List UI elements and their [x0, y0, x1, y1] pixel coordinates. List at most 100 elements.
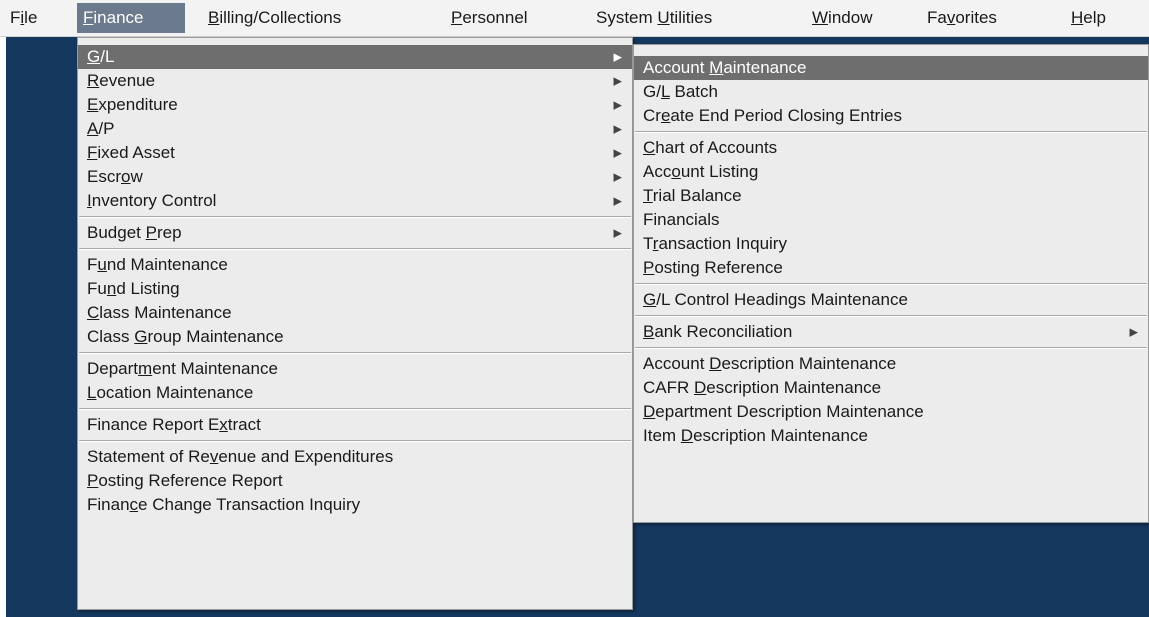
finance-menu-item-fixed-asset[interactable]: Fixed Asset ▶ [78, 141, 632, 165]
menu-item-label: Finance Report Extract [87, 415, 261, 434]
submenu-arrow-icon: ▶ [613, 99, 622, 112]
menu-item-label: Location Maintenance [87, 383, 254, 402]
finance-menu-item-department-maintenance[interactable]: Department Maintenance [78, 357, 632, 381]
finance-menu-item-a-p[interactable]: A/P ▶ [78, 117, 632, 141]
finance-menu-item-revenue[interactable]: Revenue ▶ [78, 69, 632, 93]
gl-menu-item-cafr-description-maintenance[interactable]: CAFR Description Maintenance [634, 376, 1148, 400]
menu-item-label: Chart of Accounts [643, 138, 778, 157]
gl-menu-item-financials[interactable]: Financials [634, 208, 1148, 232]
menu-bar: File Finance Billing/Collections Personnel S… [0, 0, 1149, 37]
menu-item-label: Financials [643, 210, 720, 229]
menu-item-label: Transaction Inquiry [643, 234, 787, 253]
gl-menu-item-department-description-maintenance[interactable]: Department Description Maintenance [634, 400, 1148, 424]
menu-item-label: System Utilities [596, 8, 713, 27]
menu-item-label: CAFR Description Maintenance [643, 378, 882, 397]
gl-menu-item-account-description-maintenance[interactable]: Account Description Maintenance [634, 352, 1148, 376]
menubar-item-window[interactable]: Window [806, 3, 886, 33]
menu-item-label: Bank Reconciliation [643, 322, 793, 341]
menu-item-label: Help [1071, 8, 1106, 27]
menubar-item-help[interactable]: Help [1065, 3, 1125, 33]
menu-item-label: Posting Reference Report [87, 471, 283, 490]
menu-item-label: Account Listing [643, 162, 759, 181]
menubar-item-personnel[interactable]: Personnel [445, 3, 573, 33]
finance-menu-item-finance-change-transaction-inquiry[interactable]: Finance Change Transaction Inquiry [78, 493, 632, 517]
gl-menu-item-chart-of-accounts[interactable]: Chart of Accounts [634, 136, 1148, 160]
submenu-arrow-icon: ▶ [613, 51, 622, 64]
finance-menu-item-finance-report-extract[interactable]: Finance Report Extract [78, 413, 632, 437]
gl-menu-item-create-end-period-closing-entries[interactable]: Create End Period Closing Entries [634, 104, 1148, 128]
submenu-arrow-icon: ▶ [613, 171, 622, 184]
window-title-strip [633, 37, 1149, 44]
finance-menu-item-g-l[interactable]: G/L ▶ [78, 45, 632, 69]
finance-menu-item-posting-reference-report[interactable]: Posting Reference Report [78, 469, 632, 493]
submenu-arrow-icon: ▶ [613, 227, 622, 240]
menu-item-label: Create End Period Closing Entries [643, 106, 902, 125]
menubar-item-file[interactable]: File [4, 3, 40, 33]
menu-item-label: Class Maintenance [87, 303, 232, 322]
gl-submenu: Account Maintenance G/L Batch Create End P… [633, 44, 1149, 523]
menu-item-label: Fund Listing [87, 279, 180, 298]
finance-menu: G/L ▶ Revenue ▶ Expenditure ▶ A/P ▶ Fixed Asset ▶… [77, 37, 633, 610]
menu-item-label: G/L Control Headings Maintenance [643, 290, 908, 309]
gl-menu-item-item-description-maintenance[interactable]: Item Description Maintenance [634, 424, 1148, 448]
gl-menu-item-trial-balance[interactable]: Trial Balance [634, 184, 1148, 208]
finance-menu-item-fund-maintenance[interactable]: Fund Maintenance [78, 253, 632, 277]
finance-menu-item-statement-of-revenue-and-expenditures[interactable]: Statement of Revenue and Expenditures [78, 445, 632, 469]
menu-item-label: Inventory Control [87, 191, 217, 210]
gl-menu-item-account-maintenance[interactable]: Account Maintenance [634, 56, 1148, 80]
menu-item-label: Billing/Collections [208, 8, 342, 27]
menu-item-label: Finance [83, 8, 144, 27]
finance-menu-item-location-maintenance[interactable]: Location Maintenance [78, 381, 632, 405]
finance-menu-item-class-group-maintenance[interactable]: Class Group Maintenance [78, 325, 632, 349]
menu-item-label: Escrow [87, 167, 143, 186]
menu-item-label: Statement of Revenue and Expenditures [87, 447, 394, 466]
menu-separator [79, 352, 631, 354]
menu-item-label: Fund Maintenance [87, 255, 228, 274]
finance-menu-item-class-maintenance[interactable]: Class Maintenance [78, 301, 632, 325]
gl-menu-item-g-l-control-headings-maintenance[interactable]: G/L Control Headings Maintenance [634, 288, 1148, 312]
menu-item-label: Account Maintenance [643, 58, 807, 77]
menu-item-label: Favorites [927, 8, 997, 27]
menu-item-label: Trial Balance [643, 186, 742, 205]
finance-menu-item-escrow[interactable]: Escrow ▶ [78, 165, 632, 189]
menu-item-label: Department Description Maintenance [643, 402, 924, 421]
menu-item-label: A/P [87, 119, 115, 138]
menu-separator [635, 315, 1147, 317]
finance-menu-item-expenditure[interactable]: Expenditure ▶ [78, 93, 632, 117]
menubar-item-finance[interactable]: Finance [77, 3, 185, 33]
menubar-item-system-utilities[interactable]: System Utilities [590, 3, 768, 33]
menu-separator [635, 283, 1147, 285]
menu-item-label: Budget Prep [87, 223, 182, 242]
submenu-arrow-icon: ▶ [613, 195, 622, 208]
menu-separator [79, 248, 631, 250]
submenu-arrow-icon: ▶ [613, 123, 622, 136]
menu-separator [635, 131, 1147, 133]
gl-menu-item-transaction-inquiry[interactable]: Transaction Inquiry [634, 232, 1148, 256]
menubar-item-favorites[interactable]: Favorites [921, 3, 1027, 33]
menu-item-label: Class Group Maintenance [87, 327, 284, 346]
menu-separator [79, 216, 631, 218]
menu-item-label: Finance Change Transaction Inquiry [87, 495, 361, 514]
gl-menu-item-bank-reconciliation[interactable]: Bank Reconciliation ▶ [634, 320, 1148, 344]
finance-menu-item-inventory-control[interactable]: Inventory Control ▶ [78, 189, 632, 213]
menu-item-label: Fixed Asset [87, 143, 175, 162]
menu-item-label: Expenditure [87, 95, 178, 114]
submenu-arrow-icon: ▶ [613, 147, 622, 160]
gl-menu-item-g-l-batch[interactable]: G/L Batch [634, 80, 1148, 104]
finance-menu-item-budget-prep[interactable]: Budget Prep ▶ [78, 221, 632, 245]
menu-item-label: Department Maintenance [87, 359, 278, 378]
finance-menu-item-fund-listing[interactable]: Fund Listing [78, 277, 632, 301]
menu-item-label: Item Description Maintenance [643, 426, 868, 445]
menu-separator [635, 347, 1147, 349]
menu-item-label: Revenue [87, 71, 156, 90]
menu-item-label: Account Description Maintenance [643, 354, 897, 373]
menu-item-label: G/L Batch [643, 82, 718, 101]
menu-item-label: Posting Reference [643, 258, 783, 277]
menu-item-label: Personnel [451, 8, 528, 27]
menubar-item-billing-collections[interactable]: Billing/Collections [202, 3, 422, 33]
menu-item-label: File [10, 8, 38, 27]
menu-item-label: Window [812, 8, 873, 27]
menu-separator [79, 440, 631, 442]
gl-menu-item-posting-reference[interactable]: Posting Reference [634, 256, 1148, 280]
gl-menu-item-account-listing[interactable]: Account Listing [634, 160, 1148, 184]
